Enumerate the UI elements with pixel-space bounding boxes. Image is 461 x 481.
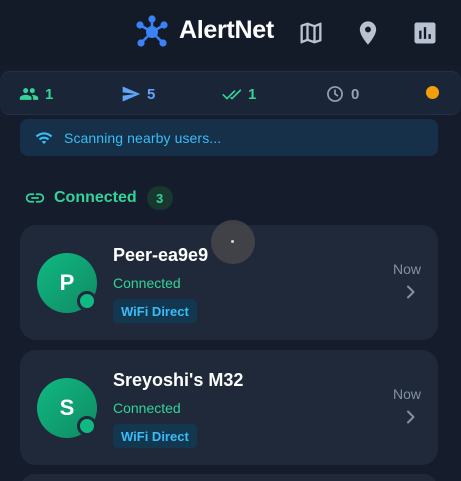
app-root: AlertNet 1 5 1 0 Scanning nearby users..… (0, 0, 461, 481)
connection-type-badge: WiFi Direct (113, 424, 197, 448)
delivered-count: 1 (248, 85, 257, 103)
peer-name: Peer-ea9e9 (113, 245, 209, 265)
sent-count: 5 (147, 85, 156, 103)
network-hub-icon (136, 15, 168, 47)
location-pin-icon[interactable] (354, 19, 382, 47)
app-header: AlertNet (0, 0, 461, 66)
sent-stat: 5 (121, 84, 155, 104)
pending-count: 0 (351, 85, 360, 103)
connection-type-badge: WiFi Direct (113, 299, 197, 323)
peer-card[interactable]: S Sreyoshi's M32 Connected WiFi Direct N… (20, 350, 438, 465)
connected-section-header: Connected 3 (24, 186, 173, 210)
pending-stat: 0 (325, 84, 359, 104)
clock-icon (327, 86, 343, 102)
peer-status: Connected (113, 400, 181, 416)
last-seen-time: Now (392, 386, 421, 402)
chevron-right-icon (407, 285, 415, 299)
online-status-dot (77, 291, 97, 311)
peer-card[interactable] (20, 474, 438, 481)
chevron-right-icon (407, 410, 415, 424)
send-icon (122, 86, 141, 102)
delivered-stat: 1 (222, 84, 256, 104)
bar-chart-icon[interactable] (411, 19, 439, 47)
online-status-dot (77, 416, 97, 436)
section-title: Connected (54, 189, 137, 206)
connected-count-badge: 3 (146, 186, 173, 210)
stats-bar: 1 5 1 0 (0, 71, 461, 115)
peers-stat: 1 (19, 84, 53, 104)
wifi-icon (35, 131, 53, 144)
link-icon (25, 193, 45, 203)
scanning-text: Scanning nearby users... (64, 129, 222, 146)
people-icon (19, 88, 39, 100)
peers-count: 1 (45, 85, 54, 103)
app-title: AlertNet (179, 16, 274, 44)
status-indicator-dot (426, 86, 439, 99)
scanning-banner: Scanning nearby users... (20, 119, 438, 156)
peer-name: Sreyoshi's M32 (113, 370, 244, 390)
last-seen-time: Now (392, 261, 421, 277)
touch-indicator (211, 220, 255, 264)
map-icon[interactable] (297, 19, 325, 47)
double-check-icon (222, 89, 242, 100)
peer-status: Connected (113, 275, 181, 291)
